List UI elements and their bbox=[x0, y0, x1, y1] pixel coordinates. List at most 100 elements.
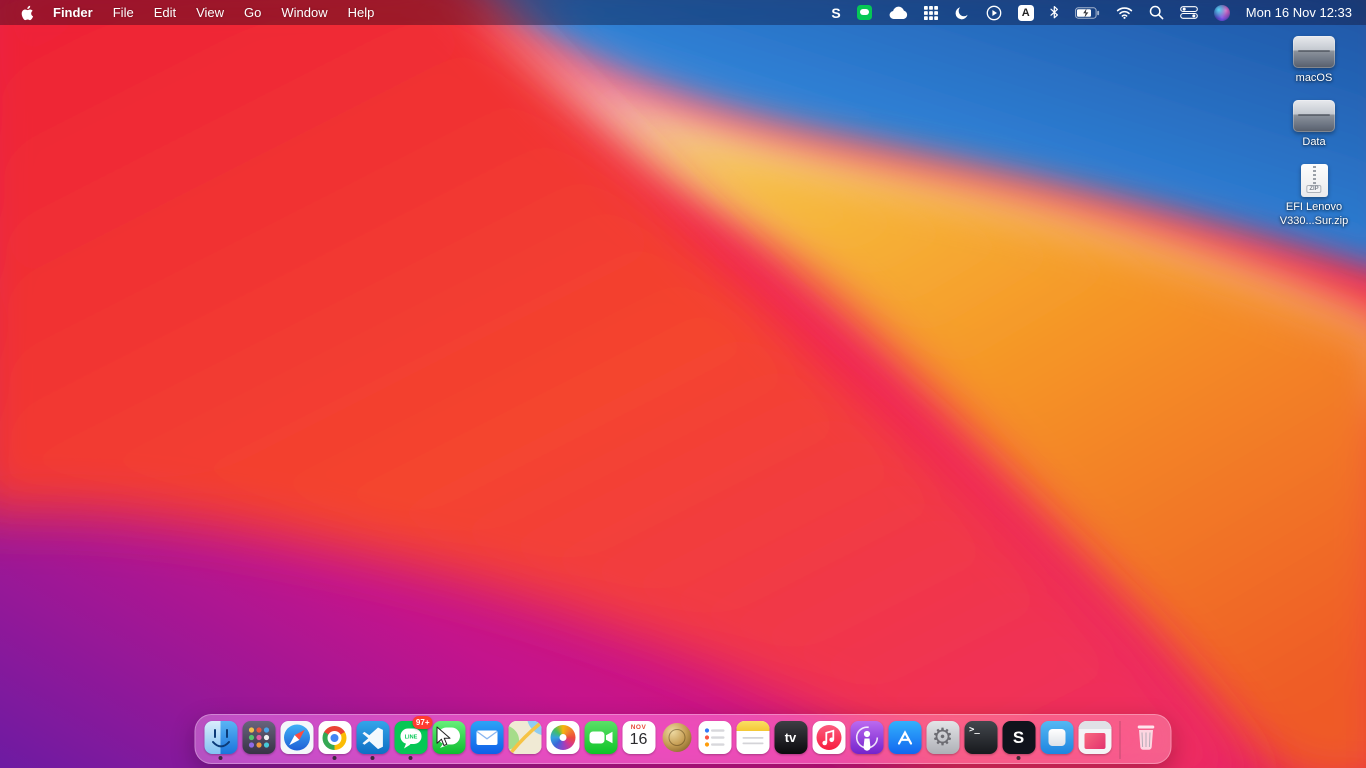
dock-vscode[interactable] bbox=[355, 719, 391, 760]
window-app-icon bbox=[1078, 721, 1111, 754]
calendar-day-text: 16 bbox=[629, 731, 648, 748]
blue-app-glyph bbox=[1048, 729, 1065, 746]
internal-drive-icon bbox=[1293, 36, 1335, 68]
running-indicator bbox=[408, 756, 413, 760]
apple-menu-icon[interactable] bbox=[10, 0, 43, 25]
dock-tv[interactable]: tv bbox=[773, 719, 809, 760]
svg-text:LINE: LINE bbox=[404, 735, 417, 741]
desktop-icon-data-drive[interactable]: Data bbox=[1268, 100, 1360, 149]
control-center-icon[interactable] bbox=[1179, 0, 1198, 25]
desktop-icon-column: macOS Data ZIP EFI Lenovo V330...Sur.zip bbox=[1268, 36, 1360, 228]
dock-appstore[interactable] bbox=[887, 719, 923, 760]
mail-icon bbox=[470, 721, 503, 754]
dock-system-preferences[interactable]: ⚙ bbox=[925, 719, 961, 760]
internal-drive-icon bbox=[1293, 100, 1335, 133]
gold-app-icon bbox=[660, 721, 693, 754]
input-source-icon[interactable]: A bbox=[1017, 4, 1034, 21]
photos-icon bbox=[546, 721, 579, 754]
menu-help[interactable]: Help bbox=[338, 0, 385, 25]
dock-reminders[interactable] bbox=[697, 719, 733, 760]
gold-circle-glyph bbox=[662, 723, 691, 752]
s-status-icon[interactable]: S bbox=[831, 0, 840, 25]
moon-status-icon[interactable] bbox=[954, 0, 970, 25]
maps-icon bbox=[508, 721, 541, 754]
dock-music[interactable] bbox=[811, 719, 847, 760]
zip-badge-text: ZIP bbox=[1306, 185, 1322, 194]
calendar-month-text: NOV bbox=[630, 724, 647, 731]
terminal-icon: >_ bbox=[964, 721, 997, 754]
calendar-icon: NOV 16 bbox=[622, 721, 655, 754]
apple-tv-icon: tv bbox=[774, 721, 807, 754]
menu-window[interactable]: Window bbox=[271, 0, 337, 25]
dock-trash[interactable] bbox=[1128, 719, 1164, 760]
dock-notes[interactable] bbox=[735, 719, 771, 760]
siri-icon[interactable] bbox=[1213, 4, 1230, 21]
dock-calendar[interactable]: NOV 16 bbox=[621, 719, 657, 760]
launchpad-grid-glyph bbox=[248, 727, 269, 748]
finder-face-glyph bbox=[211, 729, 230, 748]
music-note-glyph bbox=[821, 729, 834, 746]
dock-separator bbox=[1119, 721, 1121, 759]
blue-app-icon bbox=[1040, 721, 1073, 754]
running-indicator bbox=[332, 756, 337, 760]
window-app-glyph bbox=[1084, 733, 1105, 749]
notes-lines-glyph bbox=[742, 737, 763, 745]
dock-maps[interactable] bbox=[507, 719, 543, 760]
trash-icon bbox=[1129, 721, 1162, 754]
podcasts-icon bbox=[850, 721, 883, 754]
grid-status-icon[interactable] bbox=[923, 0, 938, 25]
dock-window-app[interactable] bbox=[1077, 719, 1113, 760]
dock-finder[interactable] bbox=[203, 719, 239, 760]
safari-icon bbox=[280, 721, 313, 754]
desktop-icon-label: macOS bbox=[1295, 72, 1333, 84]
menu-app-name[interactable]: Finder bbox=[43, 0, 103, 25]
photos-pinwheel-glyph bbox=[550, 725, 575, 750]
podcasts-glyph bbox=[855, 726, 878, 751]
desktop-icon-zip-file[interactable]: ZIP EFI Lenovo V330...Sur.zip bbox=[1268, 164, 1360, 227]
menu-edit[interactable]: Edit bbox=[144, 0, 186, 25]
menu-go[interactable]: Go bbox=[234, 0, 271, 25]
running-indicator bbox=[370, 756, 375, 760]
bluetooth-icon[interactable] bbox=[1050, 0, 1059, 25]
desktop-icon-label: EFI Lenovo V330...Sur.zip bbox=[1279, 201, 1349, 227]
dock-podcasts[interactable] bbox=[849, 719, 885, 760]
trash-can-glyph bbox=[1137, 725, 1154, 750]
dock-chrome[interactable] bbox=[317, 719, 353, 760]
desktop-icon-macos-drive[interactable]: macOS bbox=[1268, 36, 1360, 85]
dock-terminal[interactable]: >_ bbox=[963, 719, 999, 760]
dock-facetime[interactable] bbox=[583, 719, 619, 760]
launchpad-icon bbox=[242, 721, 275, 754]
app-store-a-glyph bbox=[897, 730, 912, 745]
menu-view[interactable]: View bbox=[186, 0, 234, 25]
dock-line[interactable]: LINE 97+ bbox=[393, 716, 433, 760]
line-status-icon[interactable] bbox=[856, 5, 872, 20]
wifi-icon[interactable] bbox=[1116, 0, 1133, 25]
dock-photos[interactable] bbox=[545, 719, 581, 760]
dock-messages[interactable] bbox=[431, 719, 467, 760]
cloud-status-icon[interactable] bbox=[888, 0, 908, 25]
gear-icon: ⚙ bbox=[931, 723, 954, 751]
finder-icon bbox=[204, 721, 237, 754]
messages-bubble-glyph bbox=[437, 727, 460, 748]
reminders-list-glyph bbox=[704, 728, 724, 747]
dock-blue-app[interactable] bbox=[1039, 719, 1075, 760]
tv-text-glyph: tv bbox=[784, 730, 797, 745]
facetime-camera-glyph bbox=[589, 731, 612, 744]
menu-file[interactable]: File bbox=[103, 0, 144, 25]
running-indicator bbox=[1016, 756, 1021, 760]
spotlight-search-icon[interactable] bbox=[1149, 0, 1164, 25]
dock-safari[interactable] bbox=[279, 719, 315, 760]
battery-icon[interactable] bbox=[1074, 0, 1100, 25]
menu-bar-left: Finder File Edit View Go Window Help bbox=[10, 0, 384, 25]
mail-envelope-glyph bbox=[476, 730, 497, 745]
menu-bar-clock[interactable]: Mon 16 Nov 12:33 bbox=[1246, 5, 1352, 20]
dock-gold-app[interactable] bbox=[659, 719, 695, 760]
dock-surge[interactable]: S bbox=[1001, 719, 1037, 760]
play-status-icon[interactable] bbox=[986, 0, 1002, 25]
apple-logo-icon bbox=[21, 5, 33, 20]
chrome-logo-glyph bbox=[322, 725, 347, 750]
dock-mail[interactable] bbox=[469, 719, 505, 760]
dock-launchpad[interactable] bbox=[241, 719, 277, 760]
running-indicator bbox=[218, 756, 223, 760]
maps-glyph bbox=[508, 721, 541, 754]
